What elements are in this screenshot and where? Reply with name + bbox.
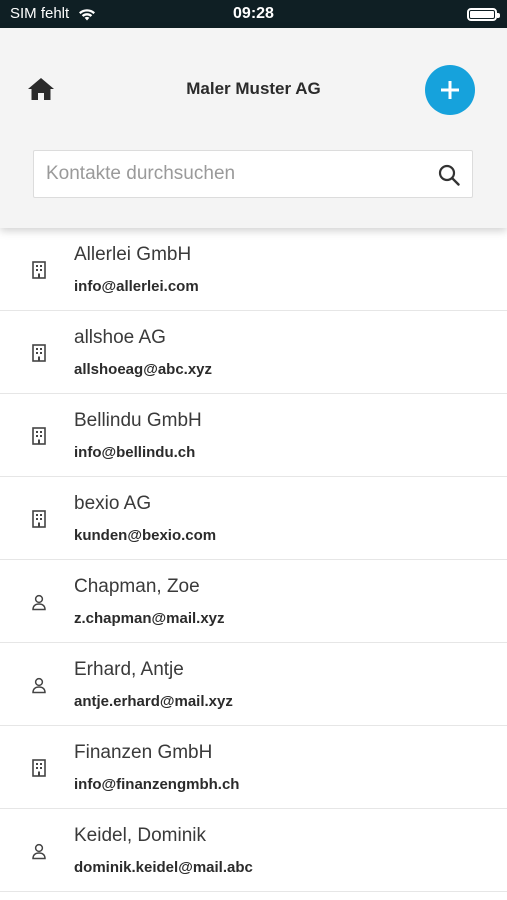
contact-name: Erhard, Antje [74, 659, 184, 680]
contact-email: allshoeag@abc.xyz [74, 361, 213, 378]
add-contact-button[interactable] [425, 65, 475, 115]
search-icon[interactable] [438, 164, 460, 186]
contact-row[interactable]: Keidel, Dominik dominik.keidel@mail.abc [0, 809, 507, 892]
building-icon [31, 261, 47, 279]
building-icon [31, 510, 47, 528]
search-box [33, 150, 473, 198]
contact-row[interactable]: bexio AG kunden@bexio.com [0, 477, 507, 560]
contact-row[interactable]: allshoe AG allshoeag@abc.xyz [0, 311, 507, 394]
search-input[interactable] [34, 151, 436, 197]
contact-name: Chapman, Zoe [74, 576, 200, 597]
contact-row[interactable]: Finanzen GmbH info@finanzengmbh.ch [0, 726, 507, 809]
contact-row[interactable]: Allerlei GmbH info@allerlei.com [0, 228, 507, 311]
building-icon [31, 759, 47, 777]
contact-name: bexio AG [74, 493, 152, 514]
building-icon [31, 427, 47, 445]
person-icon [31, 676, 47, 694]
person-icon [31, 593, 47, 611]
building-icon [31, 344, 47, 362]
contact-email: info@allerlei.com [74, 278, 199, 295]
contact-email: kunden@bexio.com [74, 527, 217, 544]
contact-email: z.chapman@mail.xyz [74, 610, 225, 627]
battery-icon [467, 8, 500, 21]
contact-list: Allerlei GmbH info@allerlei.com allshoe AG… [0, 228, 507, 892]
contact-name: Allerlei GmbH [74, 244, 192, 265]
contact-email: antje.erhard@mail.xyz [74, 693, 233, 710]
contact-name: allshoe AG [74, 327, 166, 348]
plus-icon [441, 81, 459, 99]
contact-row[interactable]: Erhard, Antje antje.erhard@mail.xyz [0, 643, 507, 726]
contact-name: Finanzen GmbH [74, 742, 213, 763]
contact-row[interactable]: Bellindu GmbH info@bellindu.ch [0, 394, 507, 477]
contact-email: info@finanzengmbh.ch [74, 776, 240, 793]
header: Maler Muster AG [0, 28, 507, 228]
status-time: 09:28 [233, 5, 274, 22]
contact-row[interactable]: Chapman, Zoe z.chapman@mail.xyz [0, 560, 507, 643]
person-icon [31, 842, 47, 860]
contact-email: info@bellindu.ch [74, 444, 196, 461]
status-bar: SIM fehlt 09:28 [0, 0, 507, 28]
contact-name: Keidel, Dominik [74, 825, 206, 846]
contact-email: dominik.keidel@mail.abc [74, 859, 253, 876]
contact-name: Bellindu GmbH [74, 410, 202, 431]
